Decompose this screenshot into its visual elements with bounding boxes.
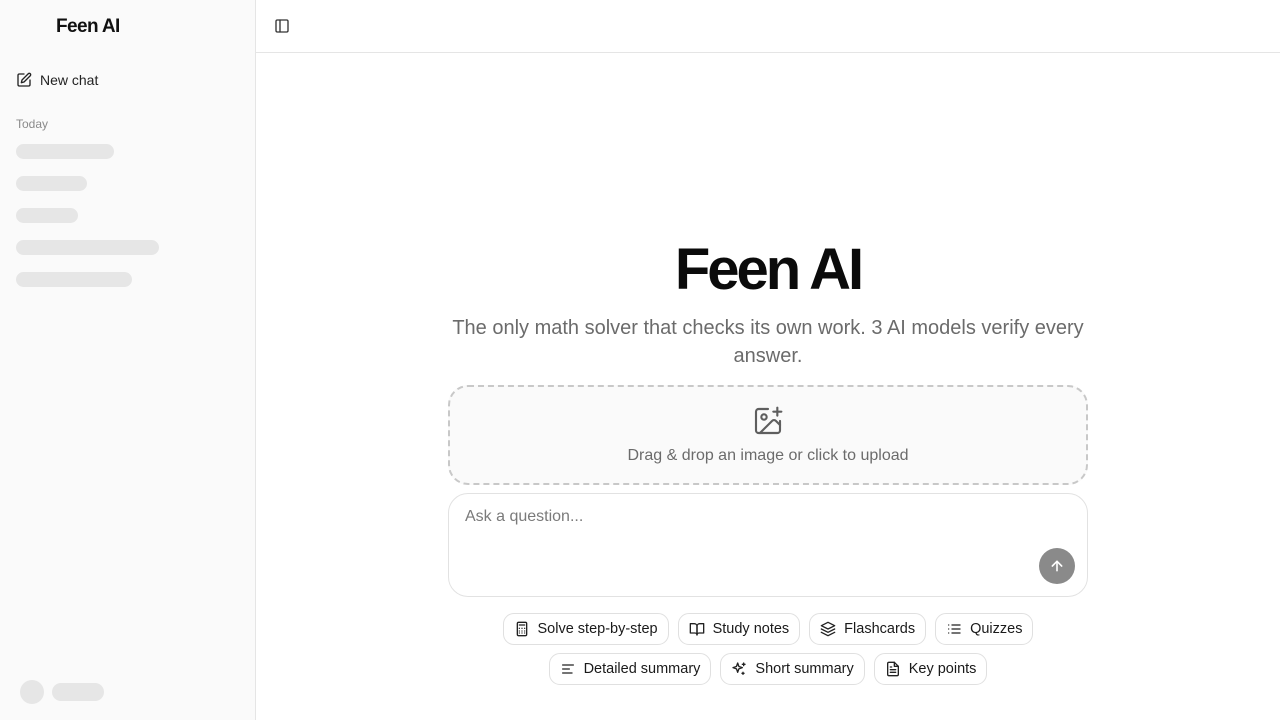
image-plus-icon [752,405,784,437]
chip-study-notes[interactable]: Study notes [677,613,801,645]
history-section-label: Today [16,117,49,131]
sparkles-icon [731,661,747,677]
username-skeleton [52,683,104,701]
edit-icon [16,72,40,88]
history-item-skeleton [16,240,159,255]
quick-actions-row: Detailed summary Short summary Key point… [448,653,1088,685]
chip-label: Short summary [755,661,854,677]
chip-detailed-summary[interactable]: Detailed summary [548,653,712,685]
chip-flashcards[interactable]: Flashcards [809,613,927,645]
avatar-skeleton [20,680,44,704]
chip-label: Key points [908,661,977,677]
sidebar-toggle-button[interactable] [272,16,292,36]
layers-icon [820,621,836,637]
hero-subtitle: The only math solver that checks its own… [452,317,1084,367]
question-input[interactable] [465,508,1025,548]
book-open-icon [689,621,705,637]
history-item-skeleton [16,272,132,287]
history-item-skeleton [16,208,78,223]
composer [448,493,1088,597]
chip-label: Study notes [712,621,790,637]
chip-label: Quizzes [970,621,1023,637]
chip-label: Detailed summary [583,661,701,677]
sidebar-brand: Feen AI [56,16,120,37]
chip-key-points[interactable]: Key points [873,653,988,685]
history-item-skeleton [16,176,87,191]
top-bar [256,0,1280,53]
chip-short-summary[interactable]: Short summary [720,653,865,685]
file-text-icon [885,661,901,677]
history-item-skeleton [16,144,114,159]
quick-actions-row: Solve step-by-step Study notes Flashcard… [448,613,1088,645]
arrow-up-icon [1049,558,1065,574]
new-chat-label: New chat [40,72,99,88]
chip-label: Solve step-by-step [537,621,658,637]
list-icon [946,621,962,637]
chip-solve-step-by-step[interactable]: Solve step-by-step [502,613,669,645]
panel-left-icon [274,18,290,34]
image-upload-dropzone[interactable]: Drag & drop an image or click to upload [448,385,1088,485]
chip-label: Flashcards [844,621,916,637]
chip-quizzes[interactable]: Quizzes [935,613,1034,645]
new-chat-button[interactable]: New chat [8,66,246,94]
dropzone-text: Drag & drop an image or click to upload [627,447,909,464]
align-left-icon [560,661,576,677]
send-button[interactable] [1039,548,1075,584]
calculator-icon [514,621,530,637]
hero-title: Feen AI [674,237,864,302]
sidebar: Feen AI New chat Today [0,0,256,720]
